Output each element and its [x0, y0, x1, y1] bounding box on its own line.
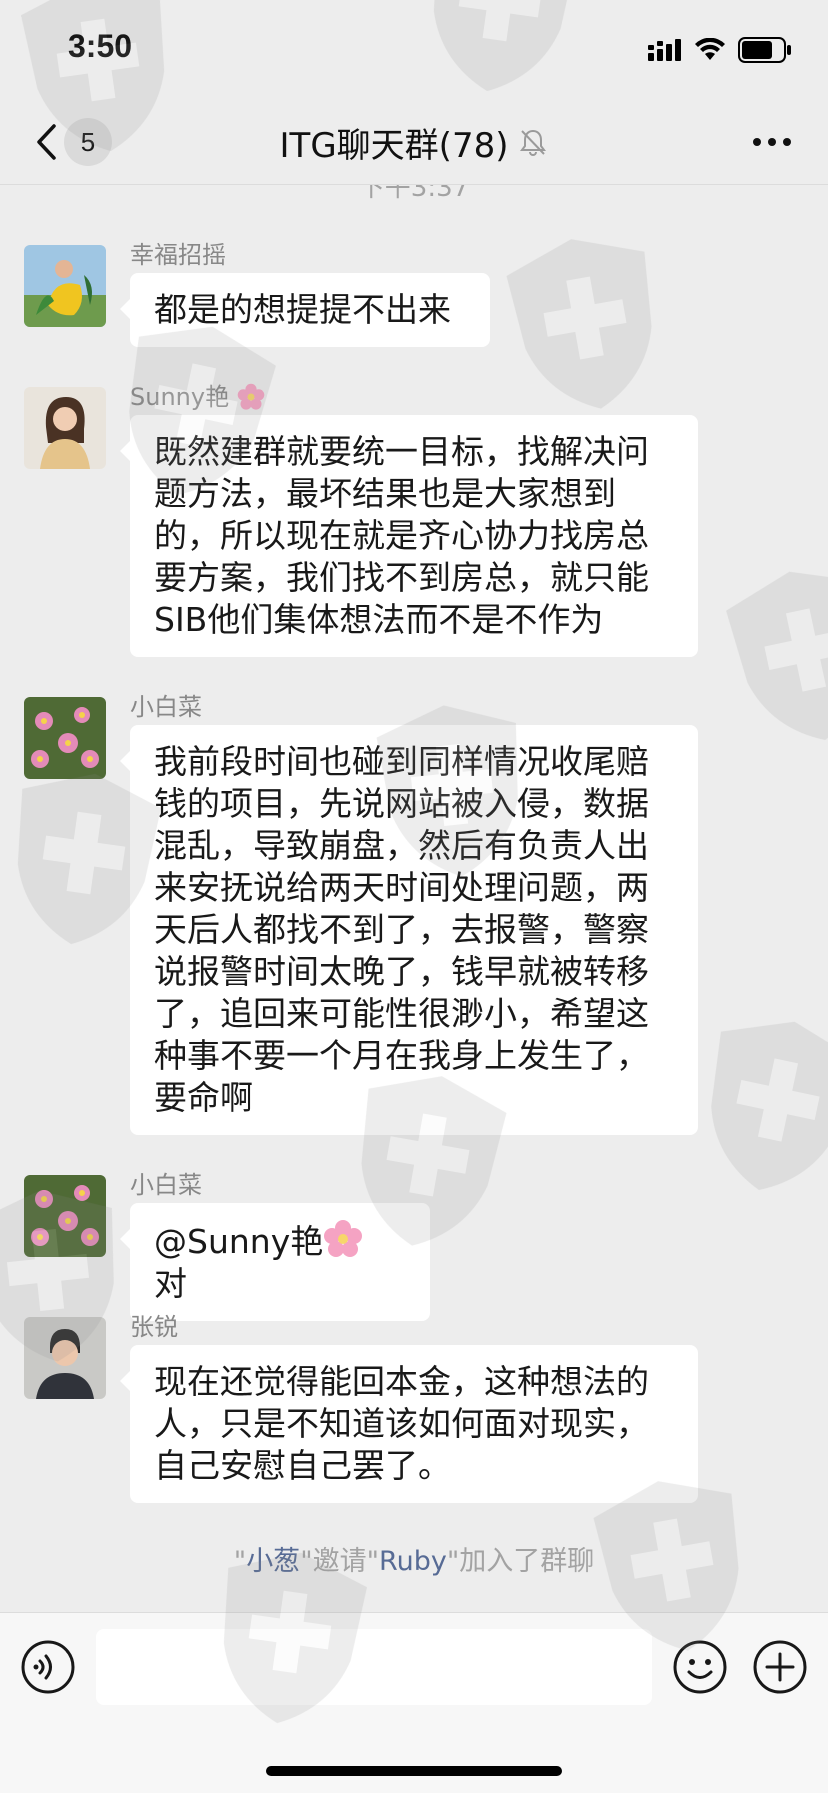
sender-name: 张锐: [130, 1313, 178, 1341]
plus-button[interactable]: [752, 1639, 808, 1695]
flower-emoji-icon: [237, 383, 265, 410]
system-text: "加入了群聊: [446, 1546, 595, 1577]
message-timestamp: 下午3:37: [358, 185, 470, 203]
chat-title-wrap: ITG聊天群(78): [0, 118, 828, 166]
mention[interactable]: @Sunny艳: [154, 1222, 323, 1261]
message-bubble[interactable]: @Sunny艳 对: [120, 1203, 430, 1321]
sender-name: 幸福招摇: [130, 241, 226, 269]
nav-bar: 5 ITG聊天群(78): [0, 100, 828, 185]
message-bubble[interactable]: 既然建群就要统一目标，找解决问题方法，最坏结果也是大家想到的，所以现在就是齐心协…: [120, 415, 698, 657]
plus-icon: [753, 1640, 807, 1694]
system-message: "小葱"邀请"Ruby"加入了群聊: [0, 1539, 828, 1578]
message-bubble[interactable]: 我前段时间也碰到同样情况收尾赔钱的项目，先说网站被入侵，数据混乱，导致崩盘，然后…: [120, 725, 698, 1135]
more-dots-icon: [753, 138, 791, 146]
message-text: 对: [154, 1264, 187, 1303]
invitee-name[interactable]: Ruby: [379, 1546, 447, 1577]
avatar[interactable]: [24, 1317, 106, 1399]
message-list[interactable]: 下午3:37 幸福招摇 都是的想提提不出来 Sunny艳 既然建群就要统一目标，…: [0, 185, 828, 1610]
voice-button[interactable]: [20, 1639, 76, 1695]
more-button[interactable]: [750, 128, 794, 156]
emoji-icon: [673, 1640, 727, 1694]
inviter-name[interactable]: 小葱: [246, 1546, 300, 1577]
system-text: "邀请": [300, 1546, 380, 1577]
status-icons: [648, 36, 792, 64]
emoji-button[interactable]: [672, 1639, 728, 1695]
status-bar: 3:50: [0, 0, 828, 100]
flower-emoji-icon: [324, 1220, 363, 1257]
message-bubble[interactable]: 现在还觉得能回本金，这种想法的人，只是不知道该如何面对现实，自己安慰自己罢了。: [120, 1345, 698, 1503]
avatar[interactable]: [24, 697, 106, 779]
sender-name: 小白菜: [130, 1171, 202, 1199]
avatar[interactable]: [24, 1175, 106, 1257]
signal-icon: [648, 39, 681, 61]
voice-icon: [21, 1640, 75, 1694]
sender-name: 小白菜: [130, 693, 202, 721]
status-time: 3:50: [68, 28, 133, 64]
message-bubble[interactable]: 都是的想提提不出来: [120, 273, 490, 347]
avatar[interactable]: [24, 245, 106, 327]
avatar[interactable]: [24, 387, 106, 469]
sender-name: Sunny艳: [130, 377, 265, 412]
chat-title: ITG聊天群(78): [279, 125, 509, 166]
message-input[interactable]: [96, 1629, 652, 1705]
home-indicator: [266, 1766, 562, 1776]
mute-bell-icon: [520, 129, 547, 156]
battery-icon: [738, 37, 791, 63]
wifi-icon: [695, 38, 725, 60]
sender-name-text: Sunny艳: [130, 383, 230, 411]
system-text: ": [233, 1546, 247, 1577]
